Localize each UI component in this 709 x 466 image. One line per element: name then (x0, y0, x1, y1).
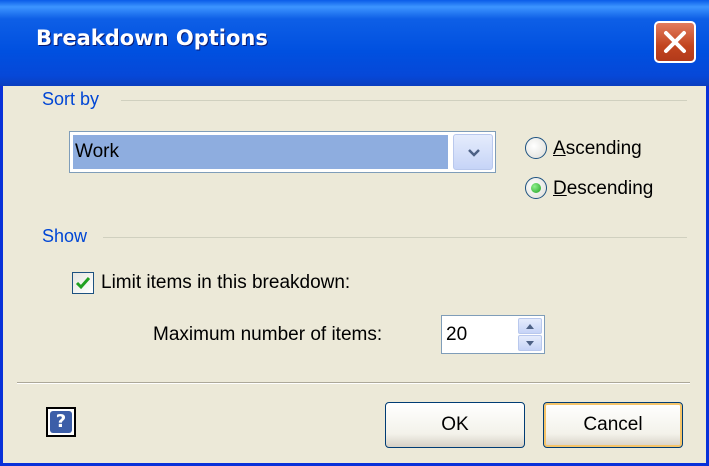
dialog-title: Breakdown Options (36, 26, 268, 50)
sort-by-group-label: Sort by (42, 89, 100, 109)
radio-selected-dot (531, 183, 541, 193)
arrow-down-icon (526, 341, 534, 346)
close-button[interactable] (654, 21, 696, 63)
chevron-down-icon (468, 149, 480, 157)
combo-dropdown-button[interactable] (453, 134, 493, 170)
radio-button-icon (525, 177, 547, 199)
radio-button-icon (525, 137, 547, 159)
breakdown-options-dialog: Breakdown Options Sort by Work Ascending… (0, 0, 709, 466)
show-group-label: Show (42, 226, 88, 246)
spin-down-button[interactable] (518, 335, 542, 351)
sort-field-combobox[interactable]: Work (69, 131, 496, 173)
limit-items-label[interactable]: Limit items in this breakdown: (101, 270, 350, 296)
checkmark-icon (75, 277, 91, 290)
sort-field-value: Work (75, 141, 119, 162)
footer-separator (17, 382, 690, 384)
limit-items-checkbox[interactable] (72, 272, 94, 294)
descending-label: Descending (553, 178, 654, 199)
spin-up-button[interactable] (518, 318, 542, 334)
help-button[interactable]: ? (46, 407, 76, 437)
ok-button[interactable]: OK (385, 402, 525, 448)
ascending-radio[interactable]: Ascending (525, 136, 685, 162)
show-divider (103, 237, 687, 238)
descending-radio[interactable]: Descending (525, 176, 685, 202)
close-icon (664, 31, 686, 53)
sort-by-divider (121, 100, 687, 101)
combo-selection-highlight (73, 135, 448, 169)
arrow-up-icon (526, 324, 534, 329)
ascending-label: Ascending (553, 138, 642, 159)
help-icon: ? (50, 411, 72, 433)
cancel-button[interactable]: Cancel (543, 402, 683, 448)
max-items-spinner[interactable] (441, 315, 545, 354)
title-bar[interactable]: Breakdown Options (0, 0, 709, 86)
max-items-input[interactable] (446, 316, 506, 353)
max-items-label: Maximum number of items: (153, 324, 383, 345)
